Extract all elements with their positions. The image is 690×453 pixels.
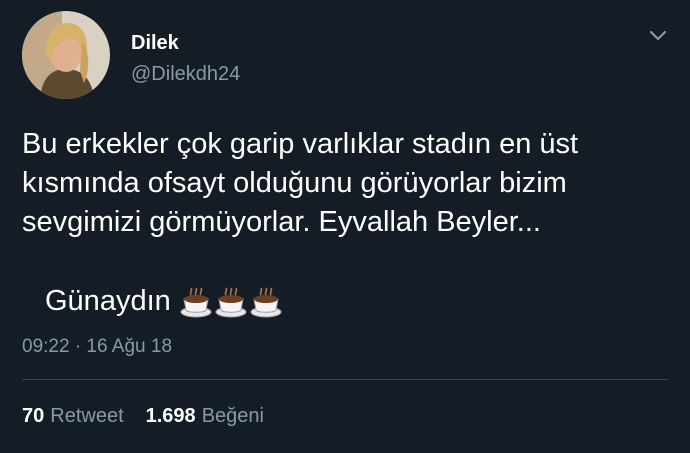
tweet-text: Bu erkekler çok garip varlıklar stadın e… (22, 128, 579, 238)
tweet-timestamp[interactable]: 09:22 · 16 Ağu 18 (22, 336, 172, 358)
avatar-image (22, 11, 110, 99)
tweet-greeting-line: Günaydın (45, 282, 284, 321)
like-label[interactable]: Beğeni (202, 405, 264, 428)
hot-beverage-icon (180, 287, 212, 317)
author-name[interactable]: Dilek (131, 32, 179, 55)
chevron-down-icon[interactable] (648, 26, 668, 46)
divider (22, 379, 668, 380)
avatar[interactable] (22, 11, 110, 99)
retweet-count[interactable]: 70 (22, 405, 44, 428)
retweet-label[interactable]: Retweet (50, 405, 123, 428)
author-handle[interactable]: @Dilekdh24 (131, 63, 240, 86)
hot-beverage-icon (250, 287, 282, 317)
hot-beverage-icon (215, 287, 247, 317)
like-count[interactable]: 1.698 (146, 405, 196, 428)
tweet-stats: 70 Retweet 1.698 Beğeni (22, 405, 286, 428)
tweet-card: Dilek @Dilekdh24 Bu erkekler çok garip v… (0, 0, 690, 453)
greeting-text: Günaydın (45, 285, 171, 317)
